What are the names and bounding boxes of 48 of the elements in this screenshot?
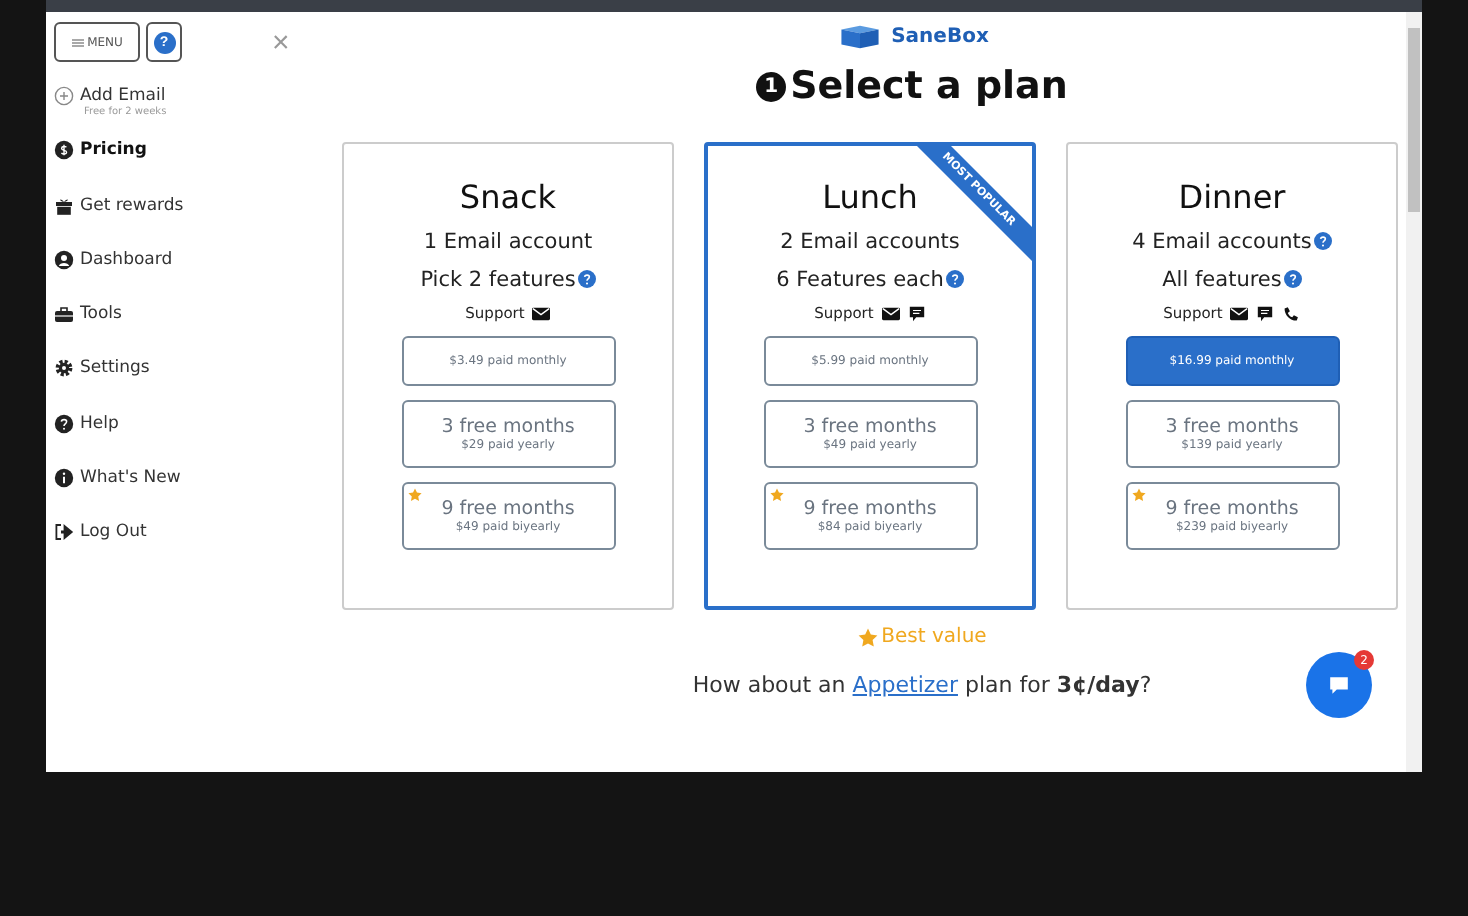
page-heading: 1 Select a plan xyxy=(756,64,1068,108)
mail-icon xyxy=(532,305,551,321)
sidebar-item[interactable]: Pricing xyxy=(54,140,318,196)
sidebar-item[interactable]: Log Out xyxy=(54,522,318,578)
star-icon xyxy=(857,627,878,647)
plan-feature: 2 Email accounts xyxy=(780,229,960,253)
plus-icon xyxy=(54,86,74,106)
sidebar-item[interactable]: Get rewards xyxy=(54,195,318,250)
sidebar-item[interactable]: What's New xyxy=(54,468,318,523)
user-icon xyxy=(54,249,74,270)
box-icon xyxy=(835,24,884,50)
best-value-text: Best value xyxy=(881,626,987,648)
info-icon xyxy=(54,468,74,489)
dollar-icon xyxy=(54,140,74,161)
scrollbar[interactable] xyxy=(1406,12,1422,772)
help-icon[interactable] xyxy=(1283,270,1302,288)
sanebox-logo[interactable]: SaneBox xyxy=(835,24,989,50)
plan-feature: 1 Email account xyxy=(423,229,593,253)
mail-icon xyxy=(1230,305,1249,321)
sidebar-item[interactable]: Help xyxy=(54,413,318,469)
chat-icon xyxy=(1328,674,1350,696)
help-icon xyxy=(54,413,74,434)
help-icon[interactable] xyxy=(945,270,964,288)
gift-icon xyxy=(54,195,74,216)
plan-feature: 6 Features each xyxy=(776,267,944,291)
sidebar-item[interactable]: Tools xyxy=(54,304,318,359)
chat-button[interactable] xyxy=(1306,652,1372,718)
plan-feature: Pick 2 features xyxy=(420,267,576,291)
plan-name: Dinner xyxy=(1178,178,1286,216)
plan-feature: 4 Email accounts xyxy=(1132,229,1312,253)
sidebar-item[interactable]: Dashboard xyxy=(54,249,318,305)
plan-feature: All features xyxy=(1162,267,1282,291)
chat-icon xyxy=(1256,305,1275,321)
mail-icon xyxy=(881,305,900,321)
toolbox-icon xyxy=(54,304,74,325)
sidebar-item[interactable]: Settings xyxy=(54,358,318,414)
close-button[interactable]: × xyxy=(272,27,290,57)
plan-name: Snack xyxy=(459,178,557,216)
appetizer-link[interactable]: Appetizer xyxy=(852,672,958,698)
appetizer-offer-text: How about an Appetizer plan for 3¢/day? xyxy=(692,672,1152,698)
settings-icon xyxy=(54,358,74,379)
help-icon[interactable] xyxy=(577,270,596,288)
menu-icon xyxy=(71,37,84,47)
help-icon[interactable] xyxy=(1313,232,1332,250)
chat-icon xyxy=(907,305,926,321)
phone-icon xyxy=(1282,305,1301,321)
logout-icon xyxy=(54,522,74,543)
plan-name: Lunch xyxy=(822,178,918,216)
